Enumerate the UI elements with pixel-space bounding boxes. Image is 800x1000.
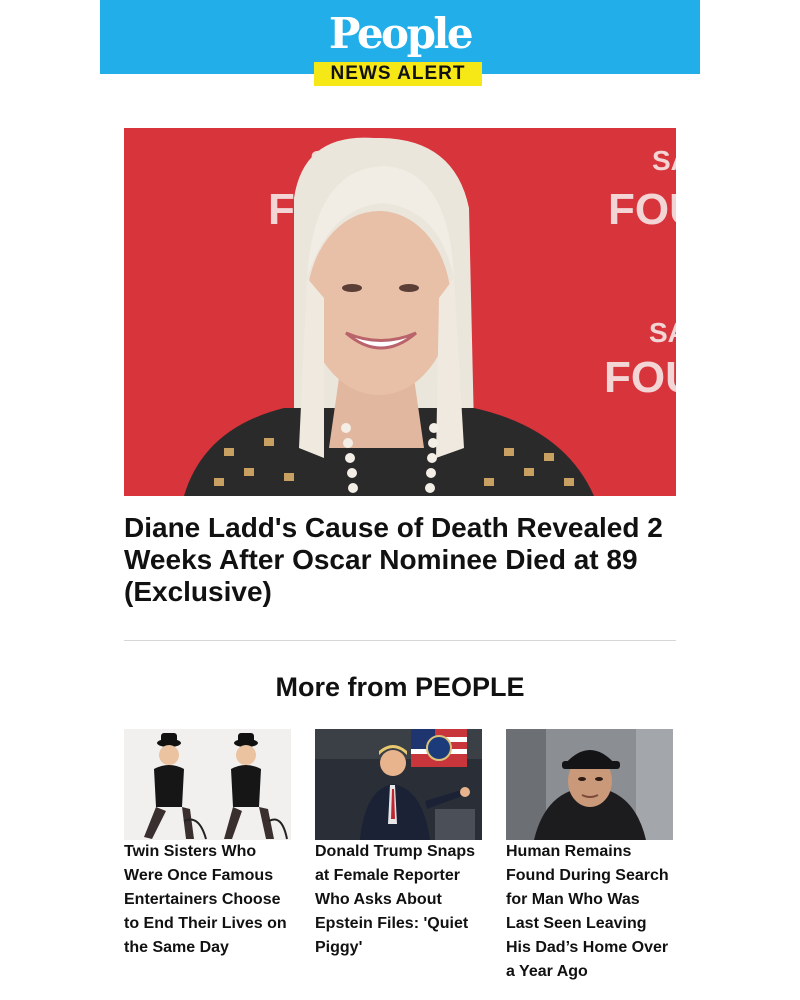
backdrop-text: FOUN: [604, 353, 676, 402]
people-logo[interactable]: People: [100, 10, 700, 58]
backdrop-text: FOUN: [608, 185, 676, 234]
section-divider: [124, 640, 676, 641]
article-thumbnail[interactable]: [506, 729, 673, 840]
news-alert-badge: NEWS ALERT: [314, 62, 482, 86]
backdrop-text: SA: [652, 145, 676, 176]
article-caption[interactable]: Donald Trump Snaps at Female Reporter Wh…: [315, 843, 475, 956]
article-thumbnail[interactable]: [124, 729, 291, 840]
hero-headline-link[interactable]: Diane Ladd's Cause of Death Revealed 2 W…: [124, 512, 684, 608]
article-caption[interactable]: Human Remains Found During Search for Ma…: [506, 843, 669, 980]
article-card[interactable]: Human Remains Found During Search for Ma…: [506, 729, 673, 984]
backdrop-text: SA: [649, 317, 676, 348]
more-from-people-heading: More from PEOPLE: [275, 672, 525, 702]
article-thumbnail[interactable]: [315, 729, 482, 840]
article-caption[interactable]: Twin Sisters Who Were Once Famous Entert…: [124, 843, 287, 956]
hero-image[interactable]: SA FOUN SA FOUN SA FOUN: [124, 128, 676, 496]
article-card[interactable]: Twin Sisters Who Were Once Famous Entert…: [124, 729, 291, 960]
article-card[interactable]: Donald Trump Snaps at Female Reporter Wh…: [315, 729, 482, 960]
hero-photo: SA FOUN SA FOUN SA FOUN: [124, 128, 676, 496]
